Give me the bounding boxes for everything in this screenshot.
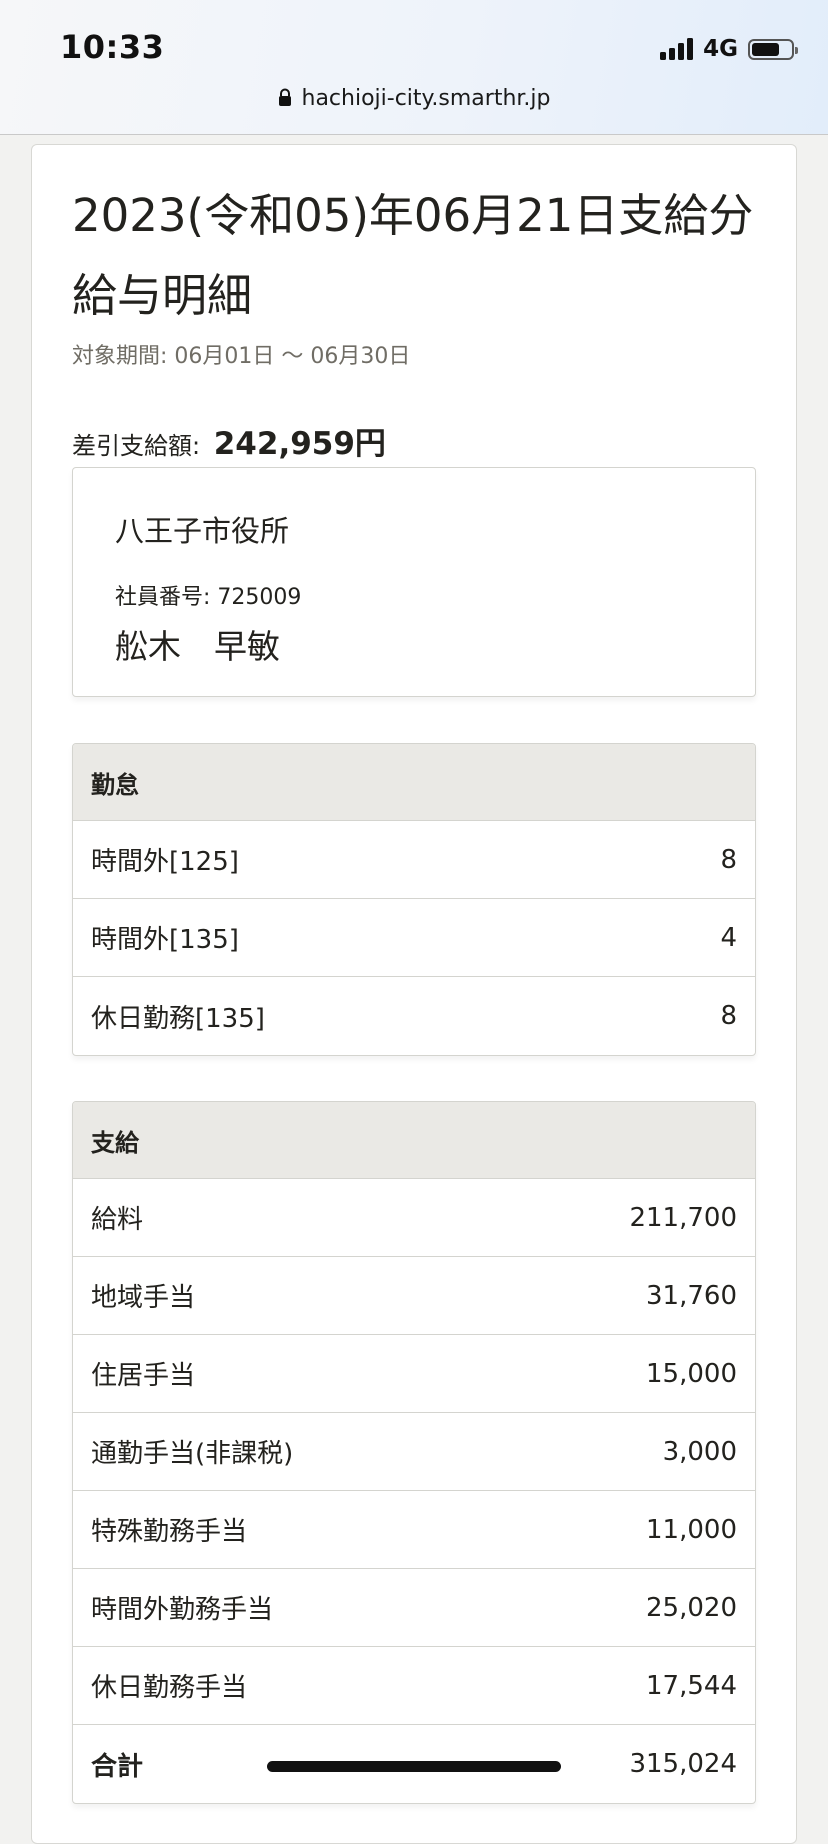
attendance-table: 勤怠 時間外[125] 8 時間外[135] 4 休日勤務[135] 8	[72, 743, 756, 1056]
url-text: hachioji-city.smarthr.jp	[301, 86, 551, 111]
status-indicators: 4G	[660, 36, 798, 62]
total-value: 315,024	[629, 1749, 737, 1779]
employee-number: 社員番号: 725009	[115, 585, 302, 610]
net-pay: 差引支給額: 242,959円	[72, 418, 386, 463]
net-pay-amount: 242,959円	[213, 426, 386, 462]
row-label: 給料	[91, 1205, 144, 1235]
row-value: 11,000	[646, 1514, 737, 1545]
table-row: 休日勤務[135] 8	[73, 977, 755, 1055]
organization-name: 八王子市役所	[115, 514, 290, 548]
table-row: 通勤手当(非課税) 3,000	[73, 1413, 755, 1491]
net-pay-label: 差引支給額:	[72, 432, 201, 460]
page-title: 2023(令和05)年06月21日支給分 給与明細	[72, 189, 754, 322]
row-label: 特殊勤務手当	[91, 1517, 248, 1547]
table-row: 住居手当 15,000	[73, 1335, 755, 1413]
url-bar[interactable]: hachioji-city.smarthr.jp	[0, 86, 828, 111]
lock-icon	[278, 88, 291, 106]
row-value: 3,000	[662, 1436, 737, 1467]
table-row: 特殊勤務手当 11,000	[73, 1491, 755, 1569]
total-label: 合計	[91, 1751, 144, 1782]
row-value: 8	[720, 1001, 737, 1031]
battery-icon	[748, 38, 798, 60]
status-time: 10:33	[60, 28, 165, 66]
row-label: 地域手当	[91, 1283, 196, 1313]
row-label: 時間外[135]	[91, 925, 239, 955]
employee-name: 舩木 早敏	[115, 627, 280, 666]
table-row: 給料 211,700	[73, 1179, 755, 1257]
payments-table: 支給 給料 211,700 地域手当 31,760 住居手当 15,000 通勤…	[72, 1101, 756, 1804]
table-row: 休日勤務手当 17,544	[73, 1647, 755, 1725]
row-label: 休日勤務[135]	[91, 1003, 265, 1034]
browser-top-bar: 10:33 4G hachioji-city.smarthr.jp	[0, 0, 828, 135]
row-value: 17,544	[646, 1670, 737, 1701]
row-value: 8	[720, 844, 737, 875]
table-row: 時間外[125] 8	[73, 821, 755, 899]
row-label: 時間外勤務手当	[91, 1595, 274, 1625]
row-value: 4	[720, 922, 737, 953]
row-value: 211,700	[629, 1202, 737, 1233]
row-value: 31,760	[646, 1280, 737, 1311]
table-row: 時間外[135] 4	[73, 899, 755, 977]
row-value: 15,000	[646, 1358, 737, 1389]
home-indicator[interactable]	[267, 1761, 561, 1772]
row-label: 休日勤務手当	[91, 1673, 248, 1703]
row-label: 時間外[125]	[91, 847, 239, 877]
network-type: 4G	[703, 36, 738, 62]
row-label: 通勤手当(非課税)	[91, 1439, 294, 1469]
employee-info-box: 八王子市役所 社員番号: 725009 舩木 早敏	[72, 467, 756, 697]
payments-heading: 支給	[73, 1102, 755, 1179]
target-period: 対象期間: 06月01日 〜 06月30日	[72, 344, 411, 369]
battery-level-fill	[752, 42, 779, 56]
table-row: 地域手当 31,760	[73, 1257, 755, 1335]
table-row: 時間外勤務手当 25,020	[73, 1569, 755, 1647]
row-value: 25,020	[646, 1592, 737, 1623]
row-label: 住居手当	[91, 1361, 196, 1391]
attendance-heading: 勤怠	[73, 744, 755, 821]
battery-cap	[795, 46, 798, 54]
signal-bars-icon	[660, 38, 694, 60]
